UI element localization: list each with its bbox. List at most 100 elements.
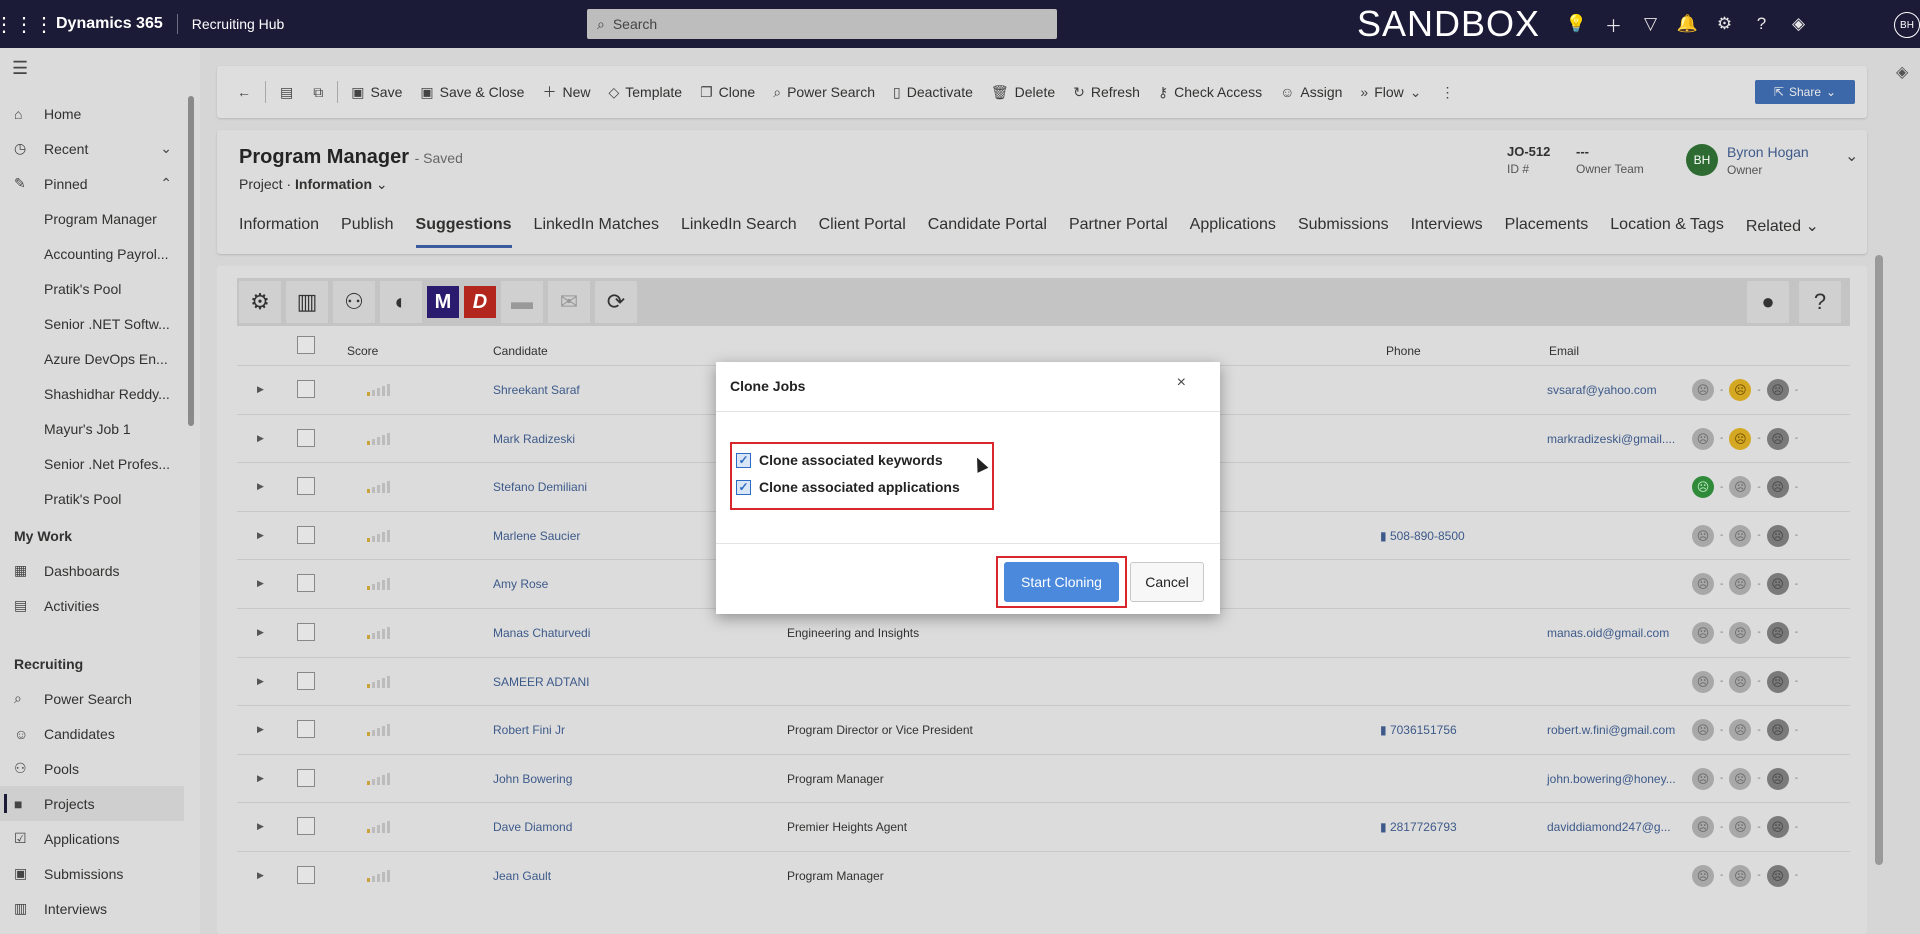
row-checkbox[interactable]	[297, 720, 315, 739]
tab-placements[interactable]: Placements	[1505, 216, 1611, 236]
plus-icon[interactable]: ＋	[1595, 0, 1632, 48]
header-expand-chevron-icon[interactable]: ⌄	[1845, 146, 1858, 166]
gear-icon[interactable]: ⚙	[1706, 0, 1743, 48]
pinned-item[interactable]: Pratik's Pool	[0, 481, 184, 516]
expand-row-icon[interactable]: ▶	[257, 384, 264, 395]
sidebar-item-power-search[interactable]: ⌕ Power Search	[0, 681, 184, 716]
sidebar-item-recent[interactable]: ◷ Recent ⌄	[0, 131, 184, 166]
expand-row-icon[interactable]: ▶	[257, 724, 264, 735]
refresh-button[interactable]: ↻ Refresh	[1064, 66, 1149, 118]
rating-face-icon[interactable]: ☹	[1692, 427, 1714, 450]
copilot-icon[interactable]: ◈	[1896, 62, 1908, 82]
pinned-item[interactable]: Mayur's Job 1	[0, 411, 184, 446]
global-search-input[interactable]: ⌕ Search	[587, 9, 1057, 39]
sidebar-item-dashboards[interactable]: ▦ Dashboards	[0, 553, 184, 588]
table-row[interactable]: ▶ Jean Gault Program Manager ☹ - ☹ - ☹ -	[237, 850, 1850, 900]
email-link[interactable]: svsaraf@yahoo.com	[1547, 383, 1657, 397]
map-pin-icon[interactable]: ●	[1747, 281, 1789, 323]
column-candidate[interactable]: Candidate	[493, 344, 548, 358]
tab-publish[interactable]: Publish	[341, 216, 415, 236]
save-close-button[interactable]: ▣ Save & Close	[411, 66, 533, 118]
candidate-link[interactable]: Jean Gault	[493, 869, 551, 883]
tab-suggestions[interactable]: Suggestions	[415, 216, 534, 248]
table-row[interactable]: ▶ Manas Chaturvedi Engineering and Insig…	[237, 607, 1850, 657]
phone-link[interactable]: ▮ 508-890-8500	[1380, 529, 1465, 543]
pinned-item[interactable]: Program Manager	[0, 201, 184, 236]
page-scrollbar[interactable]	[1875, 255, 1883, 865]
bell-icon[interactable]: 🔔	[1669, 0, 1706, 48]
tab-partner-portal[interactable]: Partner Portal	[1069, 216, 1190, 236]
clone-keywords-checkbox[interactable]: ✓	[736, 452, 751, 468]
sidebar-item-projects[interactable]: ■ Projects	[0, 786, 184, 821]
candidate-link[interactable]: Manas Chaturvedi	[493, 626, 590, 640]
pinned-item[interactable]: Azure DevOps En...	[0, 341, 184, 376]
pinned-item[interactable]: Accounting Payrol...	[0, 236, 184, 271]
expand-row-icon[interactable]: ▶	[257, 578, 264, 589]
tab-client-portal[interactable]: Client Portal	[819, 216, 928, 236]
back-button[interactable]: ←	[227, 66, 261, 118]
column-email[interactable]: Email	[1549, 344, 1579, 358]
rating-face-icon[interactable]: ☹	[1692, 816, 1714, 839]
sidebar-item-home[interactable]: ⌂ Home	[0, 96, 184, 131]
people-icon[interactable]: ⚇	[333, 281, 375, 323]
tab-candidate-portal[interactable]: Candidate Portal	[928, 216, 1069, 236]
open-new-window-button[interactable]: ⧉	[303, 66, 333, 118]
table-row[interactable]: ▶ Robert Fini Jr Program Director or Vic…	[237, 705, 1850, 754]
candidate-link[interactable]: Amy Rose	[493, 577, 548, 591]
candidate-link[interactable]: Robert Fini Jr	[493, 723, 565, 737]
hamburger-icon[interactable]: ☰	[12, 58, 28, 79]
share-button[interactable]: ⇱ Share ⌄	[1755, 80, 1855, 104]
rating-face-icon[interactable]: ☹	[1692, 670, 1714, 693]
tab-applications[interactable]: Applications	[1190, 216, 1298, 236]
tab-location-tags[interactable]: Location & Tags	[1610, 216, 1746, 236]
rating-face-icon[interactable]: ☹	[1766, 427, 1789, 450]
email-link[interactable]: daviddiamond247@g...	[1547, 820, 1671, 834]
save-button[interactable]: ▣ Save	[342, 66, 411, 118]
rating-face-icon[interactable]: ☹	[1729, 476, 1752, 499]
candidate-link[interactable]: Dave Diamond	[493, 820, 572, 834]
pinned-item[interactable]: Senior .Net Profes...	[0, 446, 184, 481]
email-link[interactable]: robert.w.fini@gmail.com	[1547, 723, 1675, 737]
sidebar-scrollbar[interactable]	[188, 96, 194, 426]
map-icon[interactable]: ▥	[286, 281, 328, 323]
rating-face-icon[interactable]: ☹	[1692, 573, 1714, 596]
expand-row-icon[interactable]: ▶	[257, 627, 264, 638]
expand-row-icon[interactable]: ▶	[257, 676, 264, 687]
rating-face-icon[interactable]: ☹	[1692, 719, 1714, 742]
check-access-button[interactable]: ⚷ Check Access	[1149, 66, 1271, 118]
sidebar-item-candidates[interactable]: ☺ Candidates	[0, 716, 184, 751]
form-selector[interactable]: Information	[295, 176, 372, 192]
briefcase-icon[interactable]: ▬	[501, 281, 543, 323]
app-launcher-icon[interactable]: ⋮⋮⋮	[0, 0, 54, 48]
row-checkbox[interactable]	[297, 817, 315, 836]
rating-face-icon[interactable]: ☹	[1692, 864, 1714, 887]
gear-icon[interactable]: ⚙	[239, 281, 281, 323]
rating-face-icon[interactable]: ☹	[1766, 670, 1789, 693]
rating-face-icon[interactable]: ☹	[1766, 379, 1789, 401]
sync-icon[interactable]: ⟳	[595, 281, 637, 323]
rating-face-icon[interactable]: ☹	[1729, 719, 1752, 742]
email-link[interactable]: markradizeski@gmail....	[1547, 432, 1675, 446]
column-score[interactable]: Score	[347, 344, 378, 358]
rating-face-icon[interactable]: ☹	[1729, 670, 1752, 693]
rating-face-icon[interactable]: ☹	[1766, 816, 1789, 839]
rating-face-icon[interactable]: ☹	[1766, 524, 1789, 547]
form-selector-button[interactable]: ▤	[270, 66, 303, 118]
row-checkbox[interactable]	[297, 428, 315, 447]
sidebar-item-pinned[interactable]: ✎ Pinned ⌃	[0, 166, 184, 201]
phone-link[interactable]: ▮ 7036151756	[1380, 723, 1457, 737]
candidate-link[interactable]: John Bowering	[493, 772, 572, 786]
assign-button[interactable]: ☺ Assign	[1271, 66, 1351, 118]
rating-face-icon[interactable]: ☹	[1766, 573, 1789, 596]
start-cloning-button[interactable]: Start Cloning	[1004, 562, 1119, 602]
new-button[interactable]: ＋ New	[533, 66, 599, 118]
expand-row-icon[interactable]: ▶	[257, 870, 264, 881]
clone-button[interactable]: ❐ Clone	[691, 66, 764, 118]
expand-row-icon[interactable]: ▶	[257, 773, 264, 784]
globe-logo-icon[interactable]: ◐	[380, 281, 422, 323]
sidebar-item-interviews[interactable]: ▥ Interviews	[0, 891, 184, 926]
candidate-link[interactable]: Mark Radizeski	[493, 432, 575, 446]
m-logo-icon[interactable]: M	[427, 286, 459, 318]
email-link[interactable]: manas.oid@gmail.com	[1547, 626, 1669, 640]
table-row[interactable]: ▶ Dave Diamond Premier Heights Agent ▮ 2…	[237, 802, 1850, 851]
